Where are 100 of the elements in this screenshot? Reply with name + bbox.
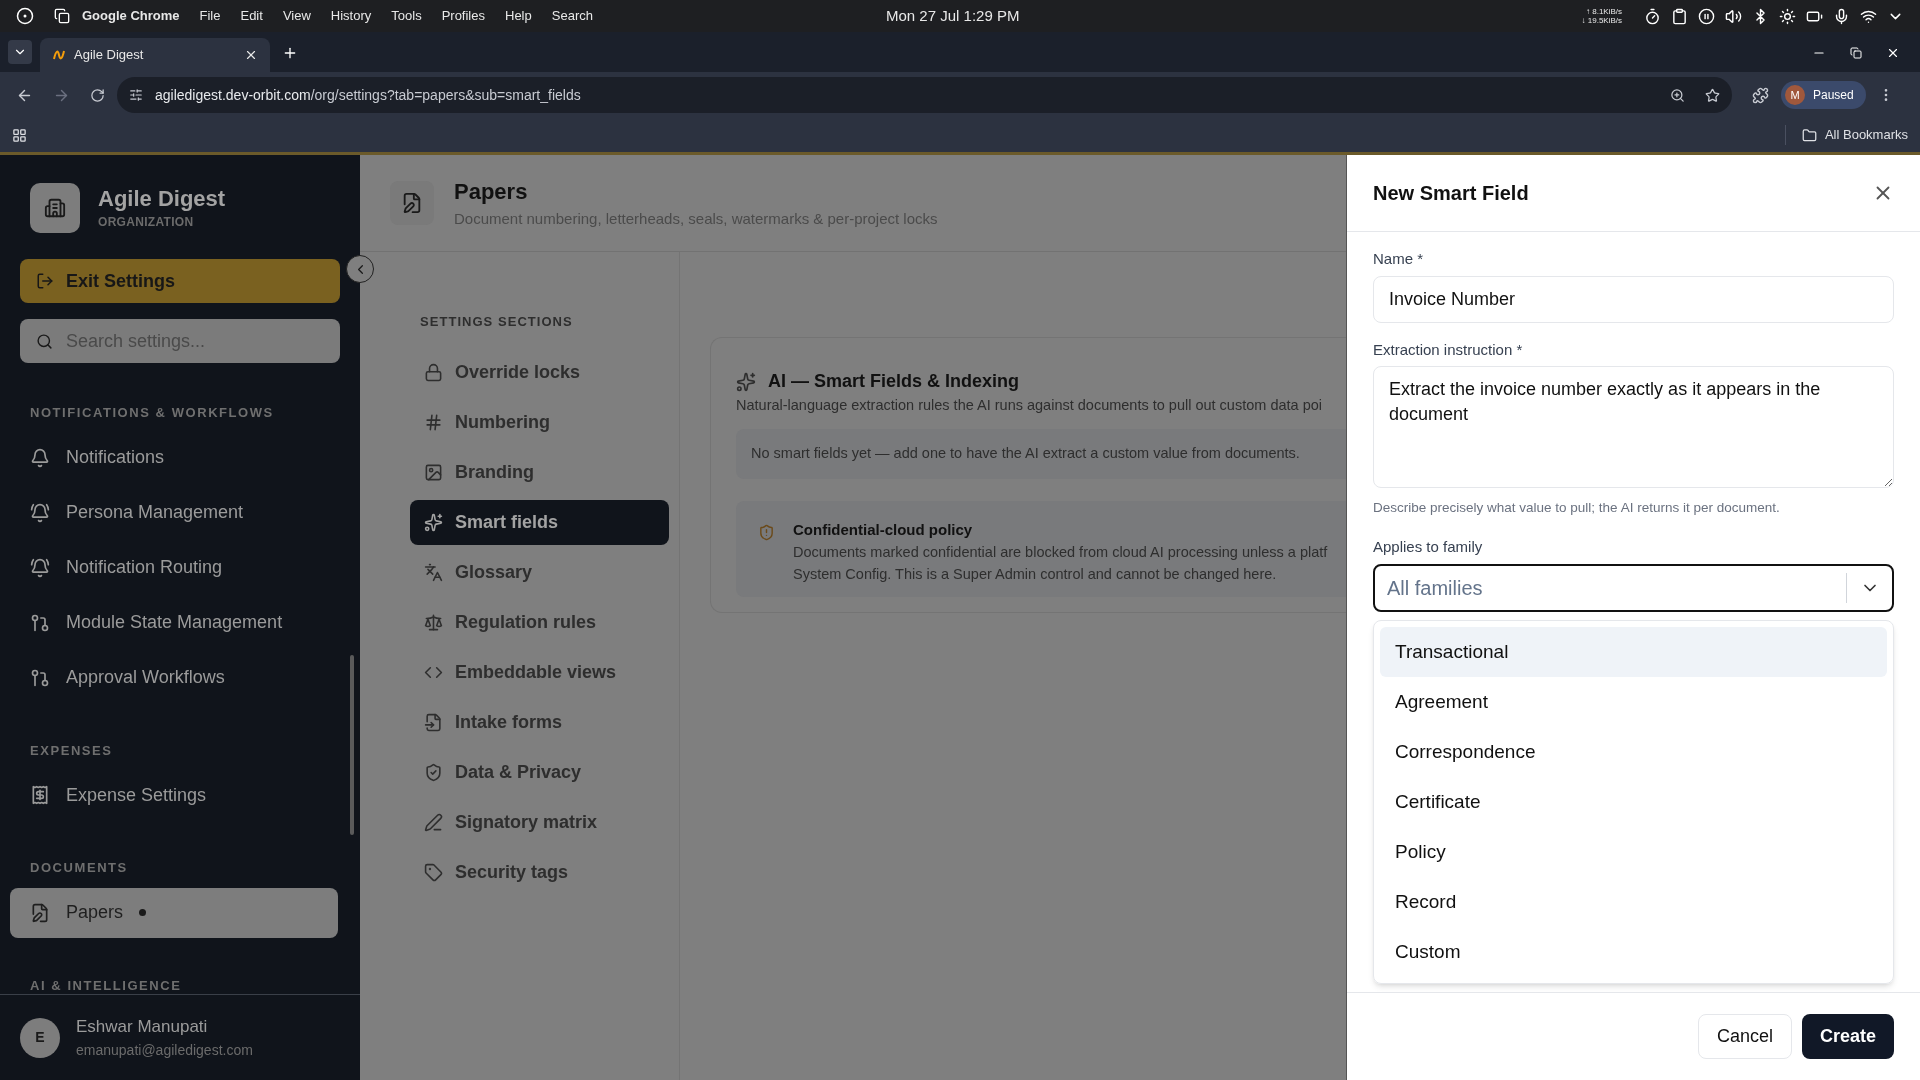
policy-text: System Config. This is a Super Admin control and cannot be changed here.	[793, 565, 1278, 585]
windows-icon[interactable]	[54, 8, 70, 24]
section-tab[interactable]: Smart fields	[410, 499, 669, 545]
sidebar-item-icon	[30, 447, 50, 468]
section-tab-icon	[424, 862, 443, 882]
sidebar-item[interactable]: Approval Workflows	[10, 652, 338, 703]
menu-item[interactable]: Tools	[391, 6, 422, 26]
section-tab-icon	[424, 512, 443, 532]
organization-type: ORGANIZATION	[98, 213, 195, 231]
address-bar[interactable]: agiledigest.dev-orbit.com/org/settings?tab=papers&sub=smart_fields	[117, 77, 1732, 113]
sidebar-item-icon	[30, 667, 50, 688]
section-tab-icon	[424, 412, 443, 432]
menu-item[interactable]: View	[282, 6, 311, 26]
user-email: emanupati@agiledigest.com	[76, 1040, 253, 1060]
menu-item[interactable]: File	[199, 6, 221, 26]
profile-button[interactable]: M Paused	[1781, 81, 1866, 109]
dropdown-option[interactable]: Certificate	[1380, 776, 1887, 827]
page-title: Papers	[454, 178, 529, 207]
section-heading: DOCUMENTS	[29, 859, 129, 877]
sidebar-item[interactable]: Notifications	[10, 432, 338, 483]
sidebar-item-icon	[30, 612, 50, 633]
create-button[interactable]: Create	[1801, 1014, 1894, 1059]
menu-item[interactable]: Edit	[240, 6, 263, 26]
site-icon	[52, 48, 66, 62]
menu-item[interactable]: Profiles	[441, 6, 485, 26]
section-tab-icon	[424, 812, 443, 832]
tray-icon[interactable]	[1833, 7, 1850, 25]
family-select[interactable]: All families	[1373, 563, 1894, 612]
policy-title: Confidential-cloud policy	[793, 519, 974, 540]
bookmark-star-icon[interactable]	[1705, 87, 1720, 103]
avatar: E	[20, 1017, 60, 1058]
upload-rate: ↑ 8.1KiB/s	[1585, 7, 1622, 16]
menu-item[interactable]: History	[330, 6, 372, 26]
tray-icon[interactable]	[1779, 7, 1796, 25]
section-heading: SETTINGS SECTIONS	[419, 313, 574, 331]
section-tab-icon	[424, 762, 443, 782]
dropdown-option[interactable]: Custom	[1380, 926, 1887, 977]
cancel-button[interactable]: Cancel	[1697, 1014, 1792, 1059]
card-description: Natural-language extraction rules the AI runs against documents to pull out custom data poi	[736, 396, 1323, 415]
tray-icon[interactable]	[1671, 7, 1688, 25]
sidebar-item-icon	[30, 502, 50, 523]
close-tab-icon[interactable]	[244, 48, 258, 62]
section-heading: AI & INTELLIGENCE	[29, 976, 183, 994]
restore-icon[interactable]	[1850, 47, 1862, 59]
bookmarks-folder[interactable]: All Bookmarks	[1784, 125, 1908, 145]
section-tab-icon	[424, 462, 443, 482]
sidebar-item-icon	[30, 785, 50, 805]
building-icon	[44, 197, 66, 219]
sidebar-item[interactable]: Persona Management	[10, 487, 338, 538]
name-field[interactable]: Invoice Number	[1373, 275, 1894, 323]
policy-text: Documents marked confidential are blocked from cloud AI processing unless a platf	[793, 543, 1328, 563]
section-tab-icon	[424, 562, 443, 582]
new-tab-icon[interactable]	[282, 45, 298, 61]
section-tab-icon	[424, 612, 443, 632]
site-settings-icon[interactable]	[129, 88, 143, 102]
dropdown-option[interactable]: Transactional	[1380, 626, 1887, 677]
card-title: AI — Smart Fields & Indexing	[768, 370, 1020, 393]
dropdown-option[interactable]: Correspondence	[1380, 726, 1887, 777]
sidebar-item[interactable]: Papers	[10, 887, 338, 938]
download-rate: ↓ 19.5KiB/s	[1581, 16, 1622, 25]
sidebar-item[interactable]: Expense Settings	[10, 770, 338, 820]
shield-icon	[758, 523, 775, 541]
tray-icon[interactable]	[1644, 7, 1661, 25]
menu-item[interactable]: Search	[551, 6, 593, 26]
section-tab-icon	[424, 712, 443, 732]
clock: Mon 27 Jul 1:29 PM	[886, 5, 1020, 26]
organization-name: Agile Digest	[98, 185, 226, 213]
folder-icon	[1801, 127, 1817, 143]
section-heading: EXPENSES	[29, 741, 114, 760]
field-hint: Describe precisely what value to pull; the AI returns it per document.	[1373, 499, 1781, 517]
field-label: Extraction instruction *	[1373, 339, 1524, 360]
sidebar-item-icon	[30, 902, 50, 923]
section-tab-icon	[424, 362, 443, 382]
sidebar-item[interactable]: Module State Management	[10, 597, 338, 648]
menu-item[interactable]: Help	[505, 6, 532, 26]
dialog-title: New Smart Field	[1373, 181, 1529, 206]
dropdown-option[interactable]: Agreement	[1380, 676, 1887, 727]
instruction-field[interactable]: Extract the invoice number exactly as it appears in the document	[1373, 366, 1894, 488]
tab-list-button[interactable]	[8, 40, 32, 64]
sparkles-icon	[736, 371, 756, 392]
system-menu-icon[interactable]	[16, 7, 34, 25]
reload-icon[interactable]	[90, 87, 105, 103]
dropdown-option[interactable]: Record	[1380, 876, 1887, 927]
sidebar-item-icon	[30, 557, 50, 578]
close-icon[interactable]	[1886, 46, 1900, 60]
app-name: Google Chrome	[82, 7, 180, 26]
field-label: Applies to family	[1373, 537, 1484, 558]
section-heading: NOTIFICATIONS & WORKFLOWS	[29, 404, 275, 422]
exit-icon	[36, 272, 54, 290]
field-label: Name *	[1373, 249, 1425, 269]
browser-tab[interactable]: Agile Digest	[40, 38, 270, 72]
apps-icon[interactable]	[12, 127, 27, 143]
extensions-icon[interactable]	[1752, 86, 1769, 104]
dropdown-option[interactable]: Policy	[1380, 826, 1887, 877]
tray-icon[interactable]	[1725, 7, 1742, 25]
file-pen-icon	[401, 192, 423, 214]
search-icon	[36, 333, 53, 350]
zoom-icon[interactable]	[1670, 87, 1685, 103]
tray-icon[interactable]	[1698, 7, 1715, 25]
sidebar-item[interactable]: Notification Routing	[10, 542, 338, 593]
